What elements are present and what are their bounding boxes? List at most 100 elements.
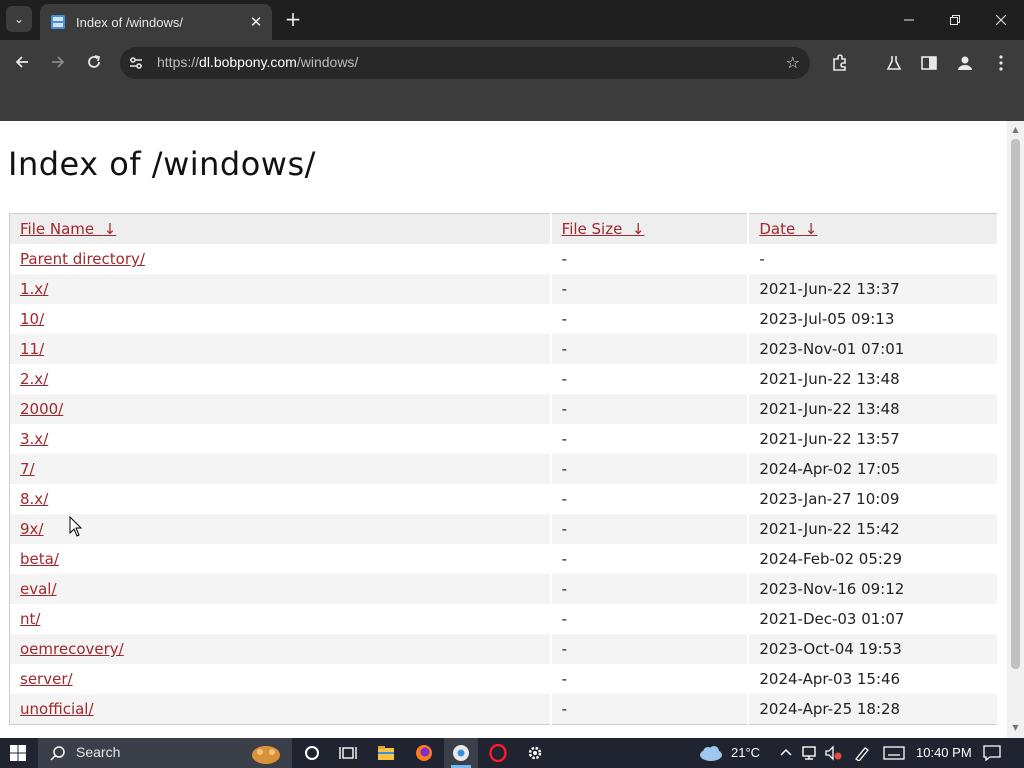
file-size: -: [550, 484, 750, 514]
url-path: /windows/: [296, 54, 359, 70]
directory-link[interactable]: 2.x/: [20, 370, 48, 388]
file-explorer-icon[interactable]: [376, 743, 396, 763]
side-panel-icon[interactable]: [918, 52, 940, 74]
tab-title: Index of /windows/: [76, 14, 183, 30]
table-header-row: File Name ↓ File Size ↓ Date ↓: [9, 213, 999, 244]
favicon-icon: [51, 15, 65, 29]
page-content: Index of /windows/ File Name ↓ File Size…: [0, 121, 1007, 738]
back-icon[interactable]: [10, 50, 34, 74]
active-tab[interactable]: Index of /windows/ ✕: [40, 4, 272, 40]
tab-search-icon[interactable]: ⌄: [6, 6, 32, 32]
file-size: -: [550, 634, 750, 664]
url-scheme: https://: [157, 54, 200, 70]
directory-link[interactable]: 10/: [20, 310, 44, 328]
directory-link[interactable]: 2000/: [20, 400, 63, 418]
directory-link[interactable]: eval/: [20, 580, 57, 598]
menu-icon[interactable]: [990, 52, 1012, 74]
url-text[interactable]: https://dl.bobpony.com/windows/: [157, 54, 358, 70]
window-close-icon[interactable]: [978, 0, 1024, 40]
file-date: 2024-Apr-03 15:46: [748, 664, 999, 694]
sort-file-size-link[interactable]: File Size ↓: [562, 220, 645, 238]
labs-icon[interactable]: [883, 52, 905, 74]
directory-link[interactable]: unofficial/: [20, 700, 94, 718]
directory-link[interactable]: 7/: [20, 460, 35, 478]
close-icon[interactable]: ✕: [244, 13, 268, 31]
directory-link[interactable]: beta/: [20, 550, 59, 568]
scrollbar-thumb[interactable]: [1011, 139, 1020, 669]
search-label: Search: [76, 744, 121, 760]
table-row: Parent directory/ - -: [9, 244, 999, 274]
chrome-icon[interactable]: [451, 743, 471, 763]
task-view-icon[interactable]: [338, 743, 358, 763]
volume-muted-icon[interactable]: [824, 743, 844, 763]
restore-icon[interactable]: [932, 0, 978, 40]
directory-link[interactable]: oemrecovery/: [20, 640, 124, 658]
file-size: -: [550, 274, 750, 304]
search-icon: [50, 746, 65, 761]
directory-link[interactable]: 9x/: [20, 520, 43, 538]
windows-start-icon[interactable]: [10, 745, 26, 761]
table-row: eval/ -2023-Nov-16 09:12: [9, 574, 999, 604]
star-icon[interactable]: ☆: [786, 53, 800, 72]
directory-link[interactable]: 8.x/: [20, 490, 48, 508]
table-row: 9x/ -2021-Jun-22 15:42: [9, 514, 999, 544]
directory-link[interactable]: server/: [20, 670, 73, 688]
file-date: 2021-Dec-03 01:07: [748, 604, 999, 634]
clock[interactable]: 10:40 PM: [916, 745, 972, 760]
plus-icon[interactable]: +: [282, 7, 304, 31]
table-row: beta/ -2024-Feb-02 05:29: [9, 544, 999, 574]
site-info-icon[interactable]: [128, 55, 144, 71]
scroll-down-icon[interactable]: ▼: [1007, 721, 1024, 735]
pen-icon[interactable]: [852, 743, 872, 763]
sort-arrow-icon: ↓: [631, 220, 645, 238]
table-row: oemrecovery/ -2023-Oct-04 19:53: [9, 634, 999, 664]
opera-icon[interactable]: [488, 743, 508, 763]
forward-icon[interactable]: [46, 50, 70, 74]
notification-icon[interactable]: [982, 743, 1002, 763]
weather-temperature[interactable]: 21°C: [731, 745, 760, 760]
bookmark-bar: [0, 84, 1024, 121]
table-row: 8.x/ -2023-Jan-27 10:09: [9, 484, 999, 514]
cortana-icon[interactable]: [302, 743, 322, 763]
file-date: 2021-Jun-22 13:37: [748, 274, 999, 304]
file-date: 2024-Feb-02 05:29: [748, 544, 999, 574]
weather-icon[interactable]: [698, 743, 724, 763]
table-row: 7/ -2024-Apr-02 17:05: [9, 454, 999, 484]
directory-link[interactable]: 3.x/: [20, 430, 48, 448]
profile-icon[interactable]: [954, 52, 976, 74]
file-date: 2023-Nov-16 09:12: [748, 574, 999, 604]
file-date: 2021-Jun-22 15:42: [748, 514, 999, 544]
sort-arrow-icon: ↓: [804, 220, 818, 238]
file-date: 2021-Jun-22 13:48: [748, 364, 999, 394]
sort-file-name-link[interactable]: File Name ↓: [20, 220, 116, 238]
table-row: 2000/ -2021-Jun-22 13:48: [9, 394, 999, 424]
network-icon[interactable]: [800, 743, 820, 763]
mouse-cursor-icon: [69, 516, 83, 537]
vertical-scrollbar[interactable]: ▲ ▼: [1007, 121, 1024, 738]
extensions-icon[interactable]: [829, 52, 851, 74]
file-size: -: [550, 574, 750, 604]
table-row: unofficial/ -2024-Apr-25 18:28: [9, 694, 999, 725]
firefox-icon[interactable]: [414, 743, 434, 763]
file-listing-table: File Name ↓ File Size ↓ Date ↓ Parent di…: [9, 213, 999, 725]
minimize-icon[interactable]: [886, 0, 932, 40]
directory-link[interactable]: Parent directory/: [20, 250, 145, 268]
chevron-up-icon[interactable]: [776, 743, 796, 763]
file-size: -: [550, 514, 750, 544]
reload-icon[interactable]: [82, 50, 106, 74]
table-row: 1.x/ -2021-Jun-22 13:37: [9, 274, 999, 304]
table-row: nt/ -2021-Dec-03 01:07: [9, 604, 999, 634]
taskbar-search[interactable]: Search: [38, 738, 292, 768]
directory-link[interactable]: 1.x/: [20, 280, 48, 298]
directory-link[interactable]: nt/: [20, 610, 40, 628]
file-size: -: [550, 454, 750, 484]
directory-link[interactable]: 11/: [20, 340, 44, 358]
sort-date-link[interactable]: Date ↓: [759, 220, 817, 238]
settings-icon[interactable]: [525, 743, 545, 763]
keyboard-icon[interactable]: [882, 743, 906, 763]
file-size: -: [550, 334, 750, 364]
scroll-up-icon[interactable]: ▲: [1007, 123, 1024, 137]
address-bar[interactable]: https://dl.bobpony.com/windows/ ☆: [120, 47, 810, 79]
file-date: 2024-Apr-02 17:05: [748, 454, 999, 484]
file-date: -: [748, 244, 999, 274]
